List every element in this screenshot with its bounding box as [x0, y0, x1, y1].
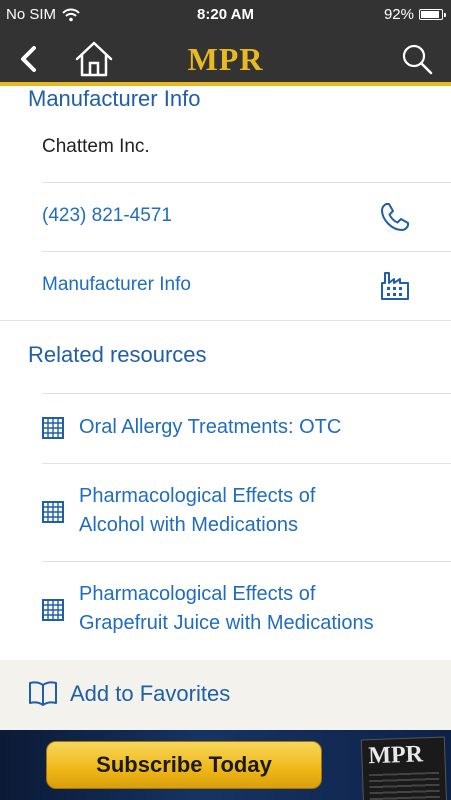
table-icon: [42, 417, 64, 439]
manufacturer-info-link[interactable]: Manufacturer Info: [42, 274, 191, 296]
manufacturer-name: Chattem Inc.: [42, 136, 150, 157]
related-resources-title: Related resources: [28, 342, 207, 367]
factory-icon[interactable]: [379, 270, 411, 302]
status-bar: No SIM 8:20 AM 92%: [0, 0, 451, 30]
battery-percent: 92%: [383, 6, 414, 23]
divider: [0, 320, 451, 321]
app-logo-title: MPR: [187, 41, 264, 77]
subscribe-today-button[interactable]: Subscribe Today: [46, 741, 322, 789]
home-icon[interactable]: [74, 40, 114, 78]
add-to-favorites-label: Add to Favorites: [70, 681, 231, 706]
chevron-left-icon[interactable]: [14, 44, 44, 74]
search-icon[interactable]: [401, 43, 433, 75]
battery-icon: [419, 9, 446, 20]
subscribe-ad-banner[interactable]: Subscribe Today MPR: [0, 730, 451, 800]
table-icon: [42, 501, 64, 523]
book-icon: [29, 681, 57, 706]
resource-line: Pharmacological Effects of: [79, 485, 316, 507]
resource-line: Alcohol with Medications: [79, 514, 298, 536]
magazine-cover-text-lines: [369, 771, 440, 800]
battery-fill: [421, 11, 440, 18]
add-to-favorites-button[interactable]: Add to Favorites: [0, 660, 451, 730]
navigation-bar: MPR: [0, 30, 451, 86]
resource-line: Oral Allergy Treatments: OTC: [79, 416, 342, 438]
magazine-cover-image: MPR: [360, 736, 448, 800]
magazine-cover-title: MPR: [367, 741, 424, 770]
divider: [42, 182, 451, 183]
related-resource-label: Oral Allergy Treatments: OTC: [79, 413, 341, 442]
phone-icon[interactable]: [379, 201, 411, 233]
related-resource-item[interactable]: Oral Allergy Treatments: OTC: [42, 393, 451, 463]
divider: [42, 251, 451, 252]
status-right: 92%: [383, 6, 446, 23]
phone-link[interactable]: (423) 821-4571: [42, 205, 172, 227]
related-resource-label: Pharmacological Effects of Grapefruit Ju…: [79, 580, 374, 638]
related-resource-item[interactable]: Pharmacological Effects of Grapefruit Ju…: [42, 561, 451, 660]
resource-line: Pharmacological Effects of: [79, 583, 316, 605]
manufacturer-section-title: Manufacturer Info: [28, 86, 201, 111]
related-resource-item[interactable]: Pharmacological Effects of Alcohol with …: [42, 463, 451, 561]
resource-line: Grapefruit Juice with Medications: [79, 612, 374, 634]
table-icon: [42, 599, 64, 621]
related-resource-label: Pharmacological Effects of Alcohol with …: [79, 482, 315, 540]
